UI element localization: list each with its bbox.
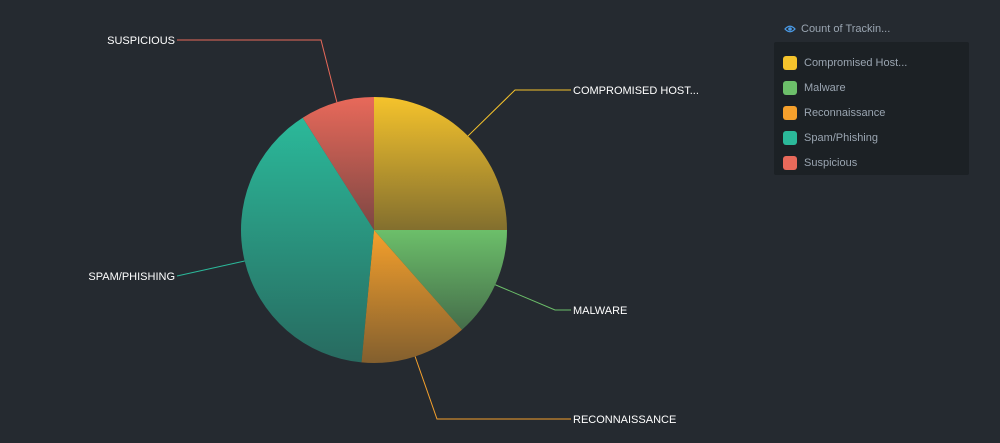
dashboard-panel: COMPROMISED HOST... MALWARE RECONNAISSANCE… [0,0,1000,443]
legend-item-compromised-hosts[interactable]: Compromised Host... [774,50,969,75]
legend-swatch [783,55,797,70]
legend: Compromised Host... Malware Reconnaissan… [774,42,969,175]
eye-icon [784,25,796,33]
callout-label-malware: MALWARE [573,305,627,317]
callout-line [176,260,245,277]
legend-item-spam-phishing[interactable]: Spam/Phishing [774,125,969,150]
callout-line [467,89,571,137]
callout-label-suspicious: SUSPICIOUS [107,35,175,47]
callout-label-compromised-host: COMPROMISED HOST... [573,85,699,97]
legend-swatch [783,80,797,95]
callout-line [414,356,571,420]
pie-slices [241,97,507,363]
legend-item-suspicious[interactable]: Suspicious [774,150,969,175]
legend-title[interactable]: Count of Trackin... [784,20,890,38]
callout-line [495,284,571,311]
callout-label-spam-phishing: SPAM/PHISHING [88,271,175,283]
legend-label: Suspicious [804,156,858,169]
callout-label-reconnaissance: RECONNAISSANCE [573,414,676,426]
legend-swatch [783,155,797,170]
legend-label: Spam/Phishing [804,131,878,144]
legend-title-text: Count of Trackin... [801,23,891,35]
legend-label: Malware [804,81,846,94]
legend-item-malware[interactable]: Malware [774,75,969,100]
legend-item-reconnaissance[interactable]: Reconnaissance [774,100,969,125]
legend-label: Reconnaissance [804,106,886,119]
legend-swatch [783,105,797,120]
legend-swatch [783,130,797,145]
legend-label: Compromised Host... [804,56,908,69]
callout-line [177,39,338,103]
